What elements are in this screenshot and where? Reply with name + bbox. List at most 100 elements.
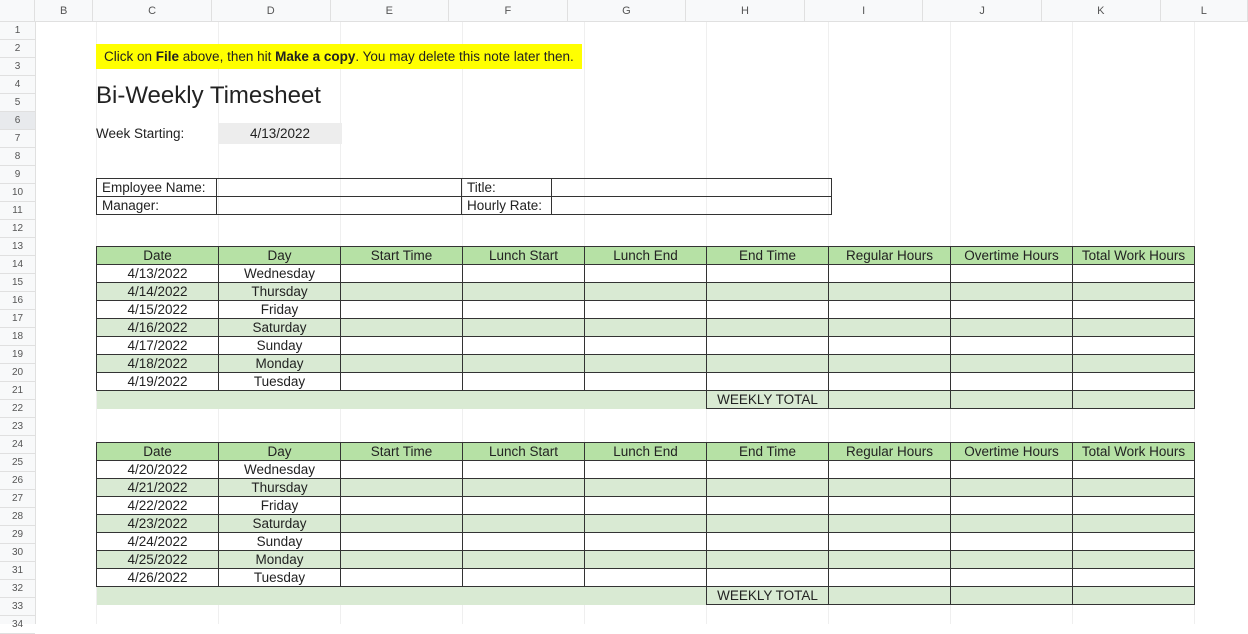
cell-value[interactable] [463, 515, 585, 533]
cell-value[interactable] [1073, 515, 1195, 533]
col-header-E[interactable]: E [331, 0, 450, 21]
row-header-15[interactable]: 15 [0, 274, 35, 292]
cell-value[interactable] [829, 265, 951, 283]
cell-value[interactable] [829, 461, 951, 479]
row-header-24[interactable]: 24 [0, 436, 35, 454]
cell-value[interactable] [463, 569, 585, 587]
cell-value[interactable] [463, 265, 585, 283]
cell-value[interactable] [1073, 569, 1195, 587]
row-header-4[interactable]: 4 [0, 76, 35, 94]
cell-value[interactable] [707, 283, 829, 301]
row-header-7[interactable]: 7 [0, 130, 35, 148]
cell-value[interactable] [707, 551, 829, 569]
cell-value[interactable] [829, 551, 951, 569]
cell-value[interactable] [585, 461, 707, 479]
cell-value[interactable] [463, 355, 585, 373]
cell-value[interactable] [829, 515, 951, 533]
cell-value[interactable] [585, 283, 707, 301]
row-header-2[interactable]: 2 [0, 40, 35, 58]
cell-value[interactable] [585, 497, 707, 515]
cell-value[interactable] [341, 533, 463, 551]
row-header-14[interactable]: 14 [0, 256, 35, 274]
row-header-11[interactable]: 11 [0, 202, 35, 220]
cell-value[interactable] [463, 533, 585, 551]
cell-value[interactable] [707, 461, 829, 479]
cell-value[interactable] [829, 497, 951, 515]
cell-value[interactable] [341, 479, 463, 497]
cell-value[interactable] [951, 497, 1073, 515]
row-header-28[interactable]: 28 [0, 508, 35, 526]
cell-value[interactable] [341, 301, 463, 319]
col-header-L[interactable]: L [1161, 0, 1248, 21]
cell-value[interactable] [951, 569, 1073, 587]
cell-value[interactable] [707, 337, 829, 355]
row-header-5[interactable]: 5 [0, 94, 35, 112]
cell-value[interactable] [707, 355, 829, 373]
cell-value[interactable] [463, 373, 585, 391]
col-header-J[interactable]: J [923, 0, 1042, 21]
cell-value[interactable] [951, 265, 1073, 283]
col-header-H[interactable]: H [686, 0, 805, 21]
cell-value[interactable] [951, 301, 1073, 319]
hourly-rate-value[interactable] [552, 197, 832, 215]
cell-value[interactable] [585, 319, 707, 337]
cell-value[interactable] [951, 283, 1073, 301]
cell-value[interactable] [829, 319, 951, 337]
row-header-32[interactable]: 32 [0, 580, 35, 598]
cell-value[interactable] [951, 461, 1073, 479]
row-header-8[interactable]: 8 [0, 148, 35, 166]
cell-value[interactable] [463, 283, 585, 301]
cell-value[interactable] [1073, 479, 1195, 497]
cell-value[interactable] [829, 373, 951, 391]
col-header-K[interactable]: K [1042, 0, 1161, 21]
cell-value[interactable] [829, 301, 951, 319]
cell-value[interactable] [463, 319, 585, 337]
column-headers[interactable]: BCDEFGHIJKL [0, 0, 1248, 22]
cell-value[interactable] [585, 479, 707, 497]
row-header-33[interactable]: 33 [0, 598, 35, 616]
row-header-18[interactable]: 18 [0, 328, 35, 346]
row-header-31[interactable]: 31 [0, 562, 35, 580]
row-header-20[interactable]: 20 [0, 364, 35, 382]
cell-value[interactable] [951, 373, 1073, 391]
week-starting-value[interactable]: 4/13/2022 [218, 123, 342, 144]
cell-value[interactable] [829, 283, 951, 301]
select-all-corner[interactable] [0, 0, 35, 21]
cell-value[interactable] [951, 479, 1073, 497]
cell-value[interactable] [707, 301, 829, 319]
cell-value[interactable] [341, 497, 463, 515]
cell-value[interactable] [463, 497, 585, 515]
cell-value[interactable] [951, 337, 1073, 355]
col-header-G[interactable]: G [568, 0, 687, 21]
cell-value[interactable] [707, 533, 829, 551]
cell-value[interactable] [585, 533, 707, 551]
row-headers[interactable]: 1234567891011121314151617181920212223242… [0, 22, 36, 624]
row-header-22[interactable]: 22 [0, 400, 35, 418]
cell-value[interactable] [707, 497, 829, 515]
cell-value[interactable] [585, 551, 707, 569]
col-header-C[interactable]: C [93, 0, 212, 21]
cell-value[interactable] [585, 265, 707, 283]
row-header-25[interactable]: 25 [0, 454, 35, 472]
row-header-13[interactable]: 13 [0, 238, 35, 256]
cell-value[interactable] [463, 301, 585, 319]
cell-value[interactable] [1073, 319, 1195, 337]
cell-value[interactable] [1073, 533, 1195, 551]
cell-value[interactable] [951, 515, 1073, 533]
row-header-19[interactable]: 19 [0, 346, 35, 364]
cell-value[interactable] [1073, 373, 1195, 391]
cell-value[interactable] [585, 355, 707, 373]
cell-value[interactable] [585, 569, 707, 587]
cell-value[interactable] [341, 569, 463, 587]
cell-value[interactable] [463, 479, 585, 497]
cell-value[interactable] [829, 479, 951, 497]
row-header-9[interactable]: 9 [0, 166, 35, 184]
cell-value[interactable] [1073, 355, 1195, 373]
cell-value[interactable] [951, 551, 1073, 569]
row-header-16[interactable]: 16 [0, 292, 35, 310]
cell-value[interactable] [463, 461, 585, 479]
cell-value[interactable] [341, 337, 463, 355]
cell-value[interactable] [951, 533, 1073, 551]
row-header-10[interactable]: 10 [0, 184, 35, 202]
row-header-6[interactable]: 6 [0, 112, 35, 130]
